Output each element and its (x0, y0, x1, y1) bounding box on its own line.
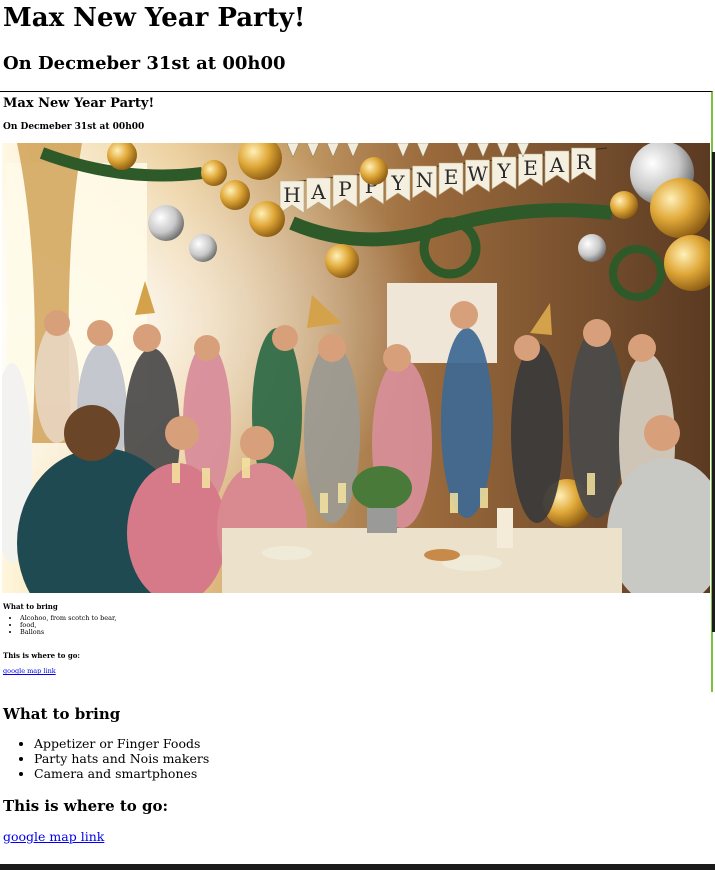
preview-subtitle: On Decmeber 31st at 00h00 (3, 122, 145, 132)
embedded-preview: Max New Year Party! On Decmeber 31st at … (0, 91, 713, 692)
page-title: Max New Year Party! (3, 3, 306, 33)
map-link[interactable]: google map link (3, 829, 104, 844)
bring-heading: What to bring (3, 705, 121, 723)
preview-title: Max New Year Party! (3, 96, 155, 111)
page-subtitle: On Decmeber 31st at 00h00 (3, 53, 286, 74)
preview-where-heading: This is where to go: (3, 651, 81, 660)
banner-letter: E (444, 165, 459, 189)
banner-letter: Y (496, 159, 511, 183)
preview-map-link[interactable]: google map link (3, 667, 56, 675)
list-item: Party hats and Nois makers (34, 751, 209, 766)
preview-bring-list: Alcohoo, from scotch to bear, food, Ball… (20, 615, 116, 636)
banner-letter: W (467, 162, 488, 186)
banner-letter: Y (390, 171, 405, 195)
banner-letter: N (416, 168, 434, 192)
list-item: Appetizer or Finger Foods (34, 736, 209, 751)
where-heading: This is where to go: (3, 797, 169, 815)
banner-letter: E (523, 156, 538, 180)
party-image: HAPPYNEWYEAR (2, 143, 710, 593)
banner-letter: A (549, 153, 565, 177)
banner-letter: H (283, 183, 300, 207)
page: Max New Year Party! On Decmeber 31st at … (0, 0, 715, 870)
preview-bring-heading: What to bring (3, 602, 58, 611)
list-item: Camera and smartphones (34, 766, 209, 781)
banner-letter: R (576, 150, 592, 174)
list-item: Ballons (20, 629, 116, 636)
banner-letter: A (310, 180, 326, 204)
banner-letter: P (338, 177, 351, 201)
bring-list: Appetizer or Finger Foods Party hats and… (34, 736, 209, 781)
bottom-bar (0, 864, 715, 870)
